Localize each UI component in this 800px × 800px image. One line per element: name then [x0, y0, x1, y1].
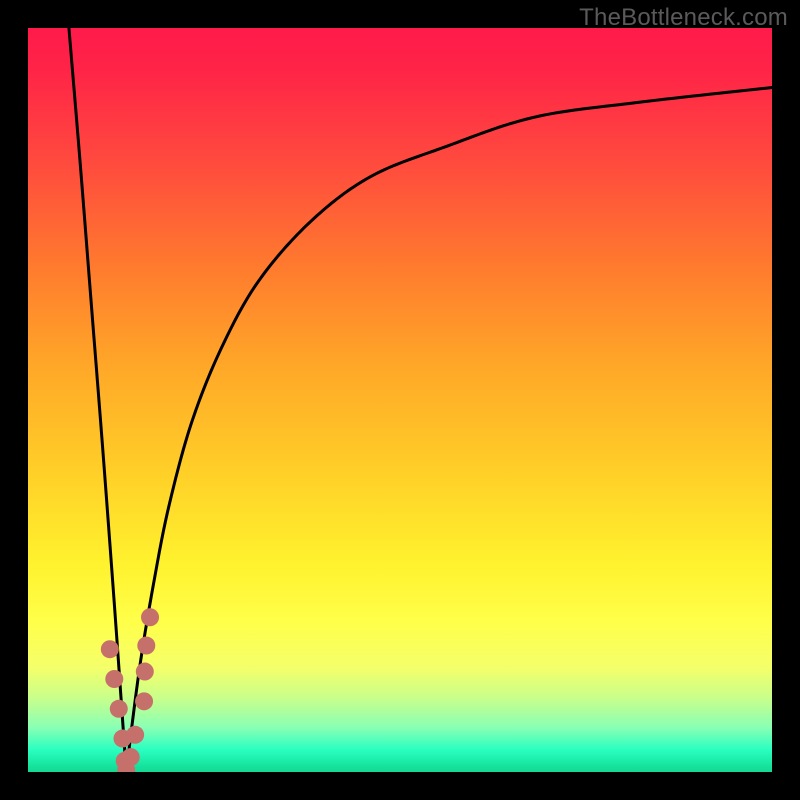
curve-left-curve — [69, 28, 126, 772]
marker-dot — [137, 637, 155, 655]
marker-dot — [136, 663, 154, 681]
marker-dot — [141, 608, 159, 626]
chart-frame: TheBottleneck.com — [0, 0, 800, 800]
curve-right-curve — [126, 88, 772, 772]
curves-layer — [28, 28, 772, 772]
marker-dot — [110, 700, 128, 718]
marker-dot — [101, 640, 119, 658]
marker-dot — [126, 726, 144, 744]
watermark-text: TheBottleneck.com — [579, 4, 788, 32]
marker-dot — [105, 670, 123, 688]
marker-dot — [135, 692, 153, 710]
plot-area — [28, 28, 772, 772]
marker-dot — [122, 748, 140, 766]
